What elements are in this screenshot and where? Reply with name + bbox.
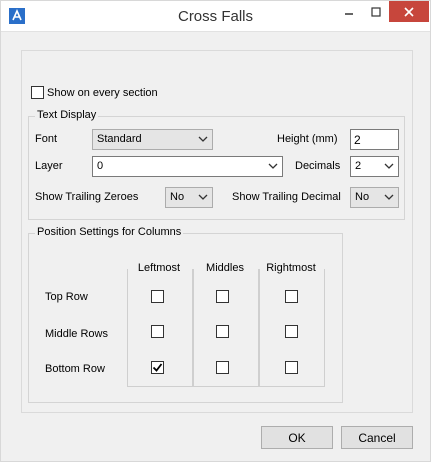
chevron-down-icon <box>198 136 208 142</box>
height-label: Height (mm) <box>277 133 338 145</box>
row-label-bottom: Bottom Row <box>45 363 105 375</box>
middle-middles-checkbox[interactable] <box>216 325 229 338</box>
layer-label: Layer <box>35 160 63 172</box>
middle-rightmost-checkbox[interactable] <box>285 325 298 338</box>
show-every-section-label: Show on every section <box>47 87 158 99</box>
layer-select[interactable]: 0 <box>92 156 283 177</box>
trailing-zeroes-label: Show Trailing Zeroes <box>35 191 139 203</box>
trailing-zeroes-value: No <box>170 191 185 203</box>
font-value: Standard <box>97 133 142 145</box>
top-rightmost-checkbox[interactable] <box>285 290 298 303</box>
middle-leftmost-checkbox[interactable] <box>151 325 164 338</box>
text-display-group: Text Display Font Standard Height (mm) 2… <box>28 109 405 220</box>
title-bar[interactable]: Cross Falls <box>1 1 430 32</box>
content-panel: Show on every section Text Display Font … <box>21 50 413 413</box>
decimals-label: Decimals <box>295 160 341 172</box>
trailing-decimal-select[interactable]: No <box>350 187 399 208</box>
font-select[interactable]: Standard <box>92 129 213 150</box>
bottom-rightmost-checkbox[interactable] <box>285 361 298 374</box>
trailing-decimal-value: No <box>355 191 370 203</box>
minimize-button[interactable] <box>335 1 362 22</box>
position-settings-group: Position Settings for Columns Leftmost M… <box>28 226 343 403</box>
show-every-section-checkbox[interactable] <box>31 86 44 99</box>
chevron-down-icon <box>384 194 394 200</box>
position-settings-title: Position Settings for Columns <box>35 226 184 238</box>
row-label-top: Top Row <box>45 291 88 303</box>
chevron-down-icon <box>268 163 278 169</box>
height-value: 2 <box>354 133 361 147</box>
cross-falls-dialog: Cross Falls Show on every section Text D… <box>0 0 431 462</box>
cancel-button[interactable]: Cancel <box>341 426 413 449</box>
trailing-zeroes-select[interactable]: No <box>165 187 213 208</box>
decimals-select[interactable]: 2 <box>350 156 399 177</box>
text-display-title: Text Display <box>35 109 99 121</box>
minimize-icon <box>344 12 353 15</box>
maximize-button[interactable] <box>362 1 389 22</box>
bottom-leftmost-checkbox[interactable] <box>151 361 164 374</box>
top-middles-checkbox[interactable] <box>216 290 229 303</box>
close-button[interactable] <box>389 1 429 22</box>
bottom-middles-checkbox[interactable] <box>216 361 229 374</box>
top-leftmost-checkbox[interactable] <box>151 290 164 303</box>
font-label: Font <box>35 133 58 145</box>
layer-value: 0 <box>97 160 104 172</box>
chevron-down-icon <box>384 163 394 169</box>
maximize-icon <box>370 6 381 17</box>
ok-button[interactable]: OK <box>261 426 333 449</box>
trailing-decimal-label: Show Trailing Decimal <box>232 191 341 203</box>
row-label-middle: Middle Rows <box>45 328 108 340</box>
decimals-value: 2 <box>355 160 362 172</box>
height-input[interactable]: 2 <box>350 129 399 150</box>
close-icon <box>404 6 414 17</box>
checkmark-icon <box>152 363 163 372</box>
chevron-down-icon <box>198 194 208 200</box>
